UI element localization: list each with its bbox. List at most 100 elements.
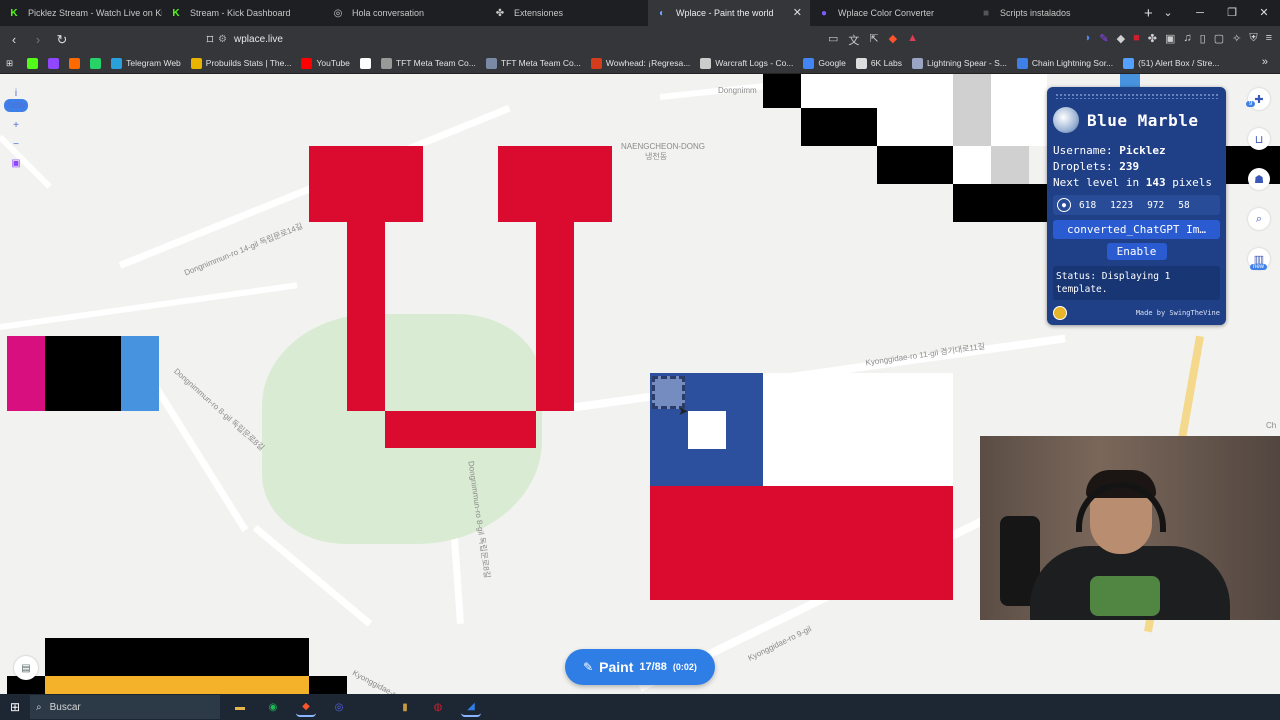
leaderboard-button[interactable]: ▥ new bbox=[1248, 248, 1270, 270]
pixel-block-red bbox=[650, 486, 953, 600]
new-badge: new bbox=[3, 99, 29, 112]
kick-icon: K bbox=[172, 7, 180, 19]
coord-tile-x[interactable]: 618 bbox=[1079, 200, 1096, 211]
bookmark-item[interactable]: Telegram Web bbox=[111, 57, 181, 69]
bookmarks-overflow-icon[interactable]: » bbox=[1262, 56, 1268, 68]
pin-icon[interactable]: ● bbox=[1057, 198, 1071, 212]
windows-start-icon[interactable]: ⊞ bbox=[0, 700, 30, 714]
extension-icon[interactable]: ◗ bbox=[1085, 32, 1092, 45]
bookmark-item[interactable] bbox=[48, 57, 63, 69]
extension-icon[interactable]: ▣ bbox=[1165, 32, 1175, 45]
tab-kick-stream[interactable]: K Picklez Stream - Watch Live on Kick bbox=[0, 0, 162, 26]
brave-rewards-icon[interactable]: ▲ bbox=[907, 32, 918, 48]
share-icon[interactable]: ⇱ bbox=[869, 32, 878, 48]
extension-icon[interactable]: ✎ bbox=[1099, 32, 1108, 45]
zoom-in-icon[interactable]: + bbox=[13, 120, 19, 131]
tab-extensions[interactable]: ✤ Extensiones bbox=[486, 0, 648, 26]
search-button[interactable]: ⌕ bbox=[1248, 208, 1270, 230]
bookmark-item[interactable] bbox=[27, 57, 42, 69]
discord-icon[interactable]: ◎ bbox=[329, 697, 349, 717]
media-icon[interactable]: ♫ bbox=[1183, 32, 1191, 45]
bookmark-icon bbox=[48, 57, 60, 69]
reload-icon[interactable]: ↻ bbox=[52, 32, 72, 48]
map-layers-button[interactable]: ▤ bbox=[14, 656, 38, 680]
coord-pixel-y[interactable]: 58 bbox=[1178, 200, 1189, 211]
bookmark-item[interactable]: TFT Meta Team Co... bbox=[485, 57, 581, 69]
profile-button[interactable]: ✚ 9 bbox=[1246, 88, 1270, 110]
brave-icon[interactable]: ◆ bbox=[296, 697, 316, 717]
site-info-icon[interactable]: ⚙ bbox=[218, 34, 234, 45]
extension-icon[interactable]: ◆ bbox=[1117, 32, 1125, 45]
globe-icon: ◐ bbox=[658, 7, 666, 19]
vpn-icon[interactable]: ⛨ bbox=[1249, 32, 1257, 45]
bookmark-item[interactable]: 6K Labs bbox=[855, 57, 902, 69]
map-label: Dongnimm bbox=[718, 86, 757, 95]
url-text: wplace.live bbox=[234, 34, 283, 45]
zoom-out-icon[interactable]: − bbox=[13, 139, 19, 150]
tab-kick-dashboard[interactable]: K Stream - Kick Dashboard bbox=[162, 0, 324, 26]
apps-icon[interactable]: ⊞ bbox=[6, 58, 13, 69]
bookmark-item[interactable]: YouTube bbox=[301, 57, 350, 69]
record-icon[interactable]: ◍ bbox=[428, 697, 448, 717]
bookmark-item[interactable] bbox=[69, 57, 84, 69]
tab-wplace[interactable]: ◐ Wplace - Paint the world ✕ bbox=[648, 0, 810, 26]
droplets-value: 239 bbox=[1119, 160, 1140, 173]
chevron-down-icon[interactable]: ⌄ bbox=[1152, 0, 1184, 26]
bookmark-item[interactable]: Google bbox=[803, 57, 846, 69]
bookmark-item[interactable] bbox=[90, 57, 105, 69]
translate-icon[interactable]: 文 bbox=[848, 32, 859, 48]
tab-color-converter[interactable]: ● Wplace Color Converter bbox=[810, 0, 972, 26]
coin-icon[interactable] bbox=[1053, 306, 1067, 320]
wallet-icon[interactable]: ▢ bbox=[1214, 32, 1224, 45]
bookmark-item[interactable]: (51) Alert Box / Stre... bbox=[1123, 57, 1219, 69]
pixel-block-white bbox=[953, 146, 991, 184]
alliance-button[interactable]: ☗ bbox=[1248, 168, 1270, 190]
store-button[interactable]: ⊔ bbox=[1248, 128, 1270, 150]
tab-scripts[interactable]: ■ Scripts instalados bbox=[972, 0, 1134, 26]
bookmark-item[interactable]: Lightning Spear - S... bbox=[912, 57, 1007, 69]
steam-icon[interactable]: ⚙ bbox=[362, 697, 382, 717]
cast-icon[interactable]: ▭ bbox=[828, 32, 838, 48]
twitch-icon[interactable]: ▣ bbox=[11, 158, 20, 169]
pixel-block-grey bbox=[991, 146, 1029, 184]
taskbar-search[interactable]: ⌕ Buscar bbox=[30, 695, 220, 719]
map-label: 냉천동 bbox=[645, 152, 668, 161]
leo-icon[interactable]: ✧ bbox=[1232, 32, 1241, 45]
bookmark-item[interactable]: Probuilds Stats | The... bbox=[190, 57, 292, 69]
tab-hola[interactable]: ◎ Hola conversation bbox=[324, 0, 486, 26]
spotify-icon[interactable]: ◉ bbox=[263, 697, 283, 717]
enable-button[interactable]: Enable bbox=[1106, 243, 1167, 260]
menu-icon[interactable]: ≡ bbox=[1266, 32, 1272, 45]
sidebar-icon[interactable]: ▯ bbox=[1200, 32, 1206, 45]
paint-button[interactable]: ✎ Paint 17/88 (0:02) bbox=[565, 649, 715, 685]
template-file-button[interactable]: converted_ChatGPT Im… bbox=[1053, 220, 1220, 239]
bookmark-item[interactable]: Wowhead: ¡Regresa... bbox=[590, 57, 690, 69]
brave-shield-icon[interactable]: ◆ bbox=[889, 32, 897, 48]
coord-tile-y[interactable]: 1223 bbox=[1110, 200, 1133, 211]
bookmark-item[interactable]: Chain Lightning Sor... bbox=[1016, 57, 1113, 69]
extension-icon[interactable]: ■ bbox=[1133, 32, 1140, 45]
extensions-puzzle-icon[interactable]: ✤ bbox=[1148, 32, 1157, 45]
bookmark-item[interactable]: TFT Meta Team Co... bbox=[380, 57, 476, 69]
paint-app-icon[interactable]: ◢ bbox=[461, 697, 481, 717]
close-icon[interactable]: ✕ bbox=[793, 6, 802, 19]
address-bar-actions: ▭ 文 ⇱ ◆ ▲ bbox=[828, 32, 918, 48]
panel-drag-handle[interactable] bbox=[1055, 93, 1218, 99]
forward-icon[interactable]: › bbox=[28, 32, 48, 47]
restore-icon[interactable]: ❐ bbox=[1216, 0, 1248, 26]
bookmark-item[interactable]: Warcraft Logs - Co... bbox=[700, 57, 793, 69]
obs-like-icon[interactable]: ▮ bbox=[395, 697, 415, 717]
close-window-icon[interactable]: ✕ bbox=[1248, 0, 1280, 26]
minimize-icon[interactable]: ─ bbox=[1184, 0, 1216, 26]
blue-marble-globe-icon[interactable] bbox=[1053, 107, 1079, 133]
file-explorer-icon[interactable]: ▬ bbox=[230, 697, 250, 717]
bookmark-item[interactable] bbox=[359, 57, 375, 69]
next-level-pixels: 143 bbox=[1145, 176, 1166, 189]
droplets-row: Droplets: 239 bbox=[1053, 159, 1220, 175]
bookmark-label: Probuilds Stats | The... bbox=[205, 58, 292, 68]
back-icon[interactable]: ‹ bbox=[4, 32, 24, 47]
coord-pixel-x[interactable]: 972 bbox=[1147, 200, 1164, 211]
bookmark-icon[interactable]: ⌑ bbox=[200, 32, 220, 48]
next-level-row: Next level in 143 pixels bbox=[1053, 175, 1220, 191]
info-button[interactable]: i new bbox=[3, 88, 29, 112]
